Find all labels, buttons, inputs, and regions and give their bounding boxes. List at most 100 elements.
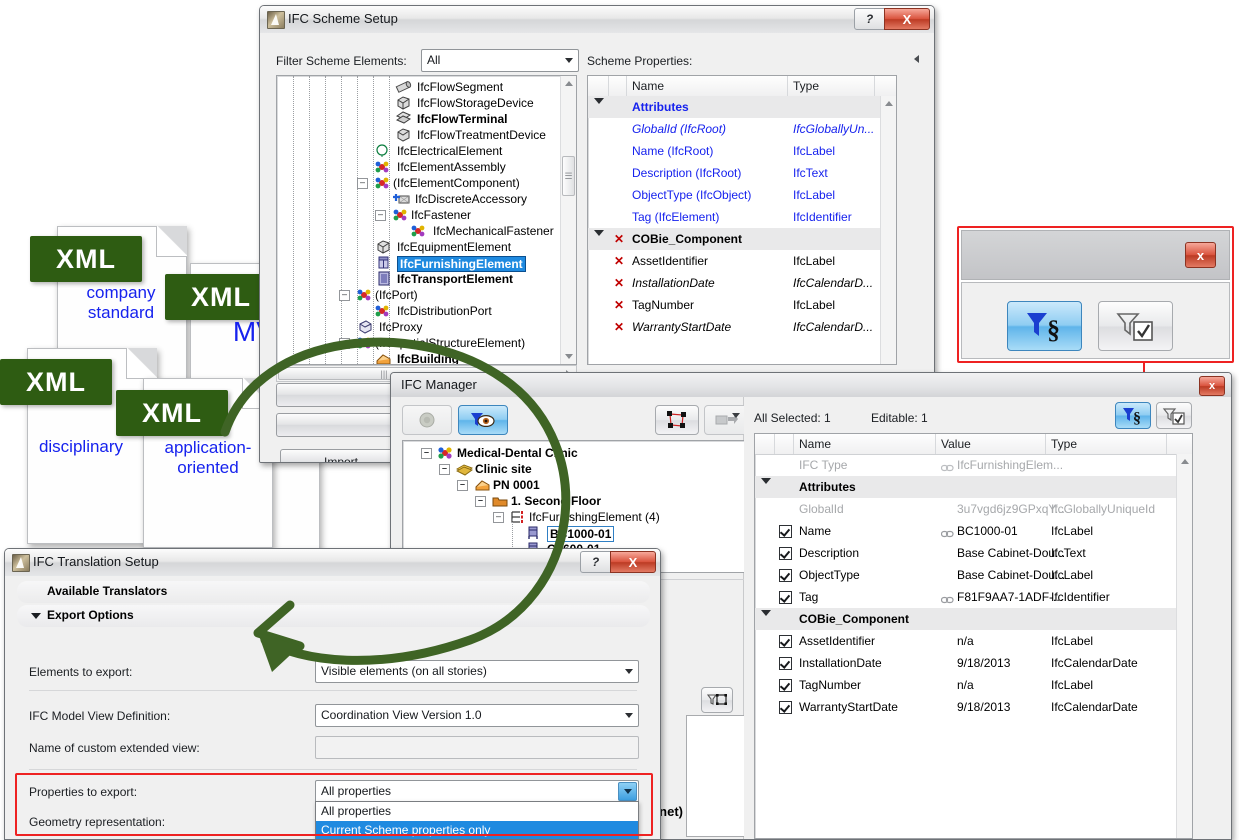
table-row[interactable]: Description (IfcRoot) IfcText [588, 162, 881, 184]
scroll-up-icon[interactable] [881, 96, 896, 111]
ifc-manager-property-grid[interactable]: Name Value Type IFC Type IfcFurnishingEl… [754, 433, 1193, 839]
filter-scheme-icon-button[interactable]: § [1007, 301, 1082, 351]
expander-collapse[interactable]: – [493, 512, 504, 523]
table-row[interactable]: Name (IfcRoot) IfcLabel [588, 140, 881, 162]
table-row[interactable]: Description Base Cabinet-Dou... IfcText [755, 542, 1177, 564]
scroll-down-icon[interactable] [561, 349, 576, 364]
help-button[interactable]: ? [580, 551, 611, 573]
scroll-thumb[interactable]: ☰ [562, 156, 575, 196]
dropdown-option-selected[interactable]: Current Scheme properties only [316, 821, 638, 840]
property-type: IfcLabel [1051, 568, 1093, 582]
expander-collapse[interactable]: – [457, 480, 468, 491]
collapse-triangle-icon[interactable] [761, 484, 771, 498]
chevron-down-icon[interactable] [620, 706, 637, 725]
table-row-group[interactable]: Attributes [588, 96, 881, 118]
table-row[interactable]: Tag F81F9AA7-1ADF-... IfcIdentifier [755, 586, 1177, 608]
row-checkbox[interactable] [779, 591, 792, 606]
table-row[interactable]: ObjectType Base Cabinet-Dou... IfcLabel [755, 564, 1177, 586]
column-header-value[interactable]: Value [941, 437, 971, 451]
filter-scheme-button[interactable]: § [1115, 402, 1151, 429]
row-checkbox[interactable] [779, 679, 792, 694]
expander-collapse[interactable]: – [475, 496, 486, 507]
table-row-group[interactable]: ✕ COBie_Component [588, 228, 881, 250]
properties-to-export-combo[interactable]: All properties [315, 780, 639, 803]
expander-collapse[interactable]: – [439, 464, 450, 475]
collapse-triangle-icon[interactable] [594, 104, 604, 118]
expander-collapse[interactable]: – [357, 178, 368, 189]
callout-close-button[interactable]: x [1185, 242, 1216, 268]
filter-zoom-button[interactable] [701, 687, 733, 713]
available-translators-header[interactable]: Available Translators [17, 581, 650, 603]
transfer-button[interactable] [704, 405, 748, 435]
excluded-mark-icon[interactable]: ✕ [614, 298, 624, 312]
table-row[interactable]: WarrantyStartDate 9/18/2013 IfcCalendarD… [755, 696, 1177, 718]
elements-to-export-combo[interactable]: Visible elements (on all stories) [315, 660, 639, 683]
collapse-triangle-icon[interactable] [594, 236, 604, 250]
excluded-mark-icon[interactable]: ✕ [614, 276, 624, 290]
column-header-type[interactable]: Type [1051, 437, 1077, 451]
visibility-filter-button[interactable] [458, 405, 508, 435]
select-elements-button[interactable] [655, 405, 699, 435]
help-button[interactable]: ? [854, 8, 885, 30]
table-row[interactable]: ✕ TagNumber IfcLabel [588, 294, 881, 316]
row-checkbox[interactable] [779, 525, 792, 540]
table-row[interactable]: Name BC1000-01 IfcLabel [755, 520, 1177, 542]
expander-collapse[interactable]: – [421, 448, 432, 459]
table-row[interactable]: ObjectType (IfcObject) IfcLabel [588, 184, 881, 206]
table-row[interactable]: GlobalId 3u7vgd6jz9GPxqY... IfcGloballyU… [755, 498, 1177, 520]
scheme-tree-panel[interactable]: IfcFlowSegment IfcFlowStorageDevice IfcF… [276, 75, 577, 365]
chevron-down-icon[interactable] [560, 51, 577, 70]
properties-to-export-dropdown[interactable]: All properties Current Scheme properties… [315, 801, 639, 840]
table-row[interactable]: Tag (IfcElement) IfcIdentifier [588, 206, 881, 228]
table-row[interactable]: ✕ InstallationDate IfcCalendarD... [588, 272, 881, 294]
table-row[interactable]: TagNumber n/a IfcLabel [755, 674, 1177, 696]
row-checkbox[interactable] [779, 635, 792, 650]
row-checkbox[interactable] [779, 547, 792, 562]
expander-collapse[interactable]: – [339, 338, 350, 349]
refresh-button[interactable] [402, 405, 452, 435]
translation-setup-body: Available Translators Export Options Ele… [5, 576, 660, 839]
table-row[interactable]: IFC Type IfcFurnishingElem... [755, 454, 1177, 476]
property-grid-vscrollbar[interactable] [1176, 454, 1192, 838]
table-row[interactable]: ✕ AssetIdentifier IfcLabel [588, 250, 881, 272]
scheme-properties-vscrollbar[interactable] [880, 96, 896, 364]
model-view-definition-combo[interactable]: Coordination View Version 1.0 [315, 704, 639, 727]
close-button[interactable]: X [884, 8, 930, 30]
table-row[interactable]: GlobalId (IfcRoot) IfcGloballyUn... [588, 118, 881, 140]
table-row-group[interactable]: Attributes [755, 476, 1177, 498]
excluded-mark-icon[interactable]: ✕ [614, 232, 624, 246]
splitter-left-arrow-icon[interactable] [914, 55, 919, 63]
row-checkbox[interactable] [779, 701, 792, 716]
expander-triangle-icon[interactable] [31, 613, 41, 619]
close-button[interactable]: X [610, 551, 656, 573]
column-header-name[interactable]: Name [799, 437, 831, 451]
filter-check-button[interactable] [1156, 402, 1192, 429]
export-options-header[interactable]: Export Options [17, 605, 650, 627]
dropdown-option[interactable]: All properties [316, 802, 638, 821]
excluded-mark-icon[interactable]: ✕ [614, 320, 624, 334]
ifc-translation-setup-window[interactable]: IFC Translation Setup ? X Available Tran… [4, 548, 661, 840]
custom-extended-view-input[interactable] [315, 736, 639, 759]
scheme-tree-vscrollbar[interactable]: ☰ [560, 76, 576, 364]
filter-scheme-elements-combo[interactable]: All [421, 49, 579, 72]
table-row[interactable]: InstallationDate 9/18/2013 IfcCalendarDa… [755, 652, 1177, 674]
column-header-type[interactable]: Type [793, 79, 819, 93]
close-button[interactable]: x [1199, 376, 1225, 396]
expander-collapse[interactable]: – [339, 290, 350, 301]
left-pane-more-icon[interactable] [732, 413, 740, 418]
scheme-properties-grid[interactable]: Name Type Attributes GlobalId (IfcRoot) … [587, 75, 897, 365]
filter-check-icon-button[interactable] [1098, 301, 1173, 351]
scroll-up-icon[interactable] [561, 76, 576, 91]
expander-collapse[interactable]: – [375, 210, 386, 221]
row-checkbox[interactable] [779, 569, 792, 584]
chevron-down-icon[interactable] [618, 782, 637, 801]
table-row-group[interactable]: COBie_Component [755, 608, 1177, 630]
row-checkbox[interactable] [779, 657, 792, 672]
chevron-down-icon[interactable] [620, 662, 637, 681]
table-row[interactable]: ✕ WarrantyStartDate IfcCalendarD... [588, 316, 881, 338]
collapse-triangle-icon[interactable] [761, 616, 771, 630]
table-row[interactable]: AssetIdentifier n/a IfcLabel [755, 630, 1177, 652]
scroll-up-icon[interactable] [1177, 454, 1192, 469]
excluded-mark-icon[interactable]: ✕ [614, 254, 624, 268]
column-header-name[interactable]: Name [632, 79, 664, 93]
